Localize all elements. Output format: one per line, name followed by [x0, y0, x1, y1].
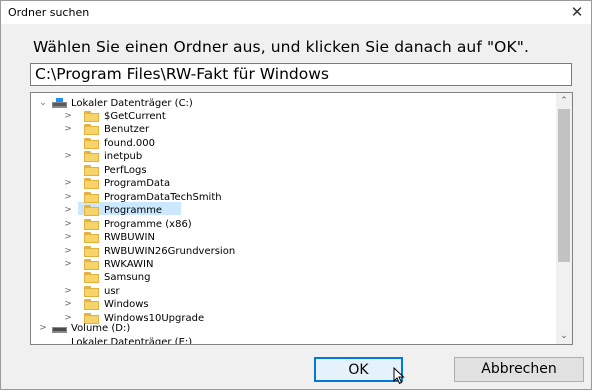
chevron-right-icon[interactable]: >: [63, 177, 73, 190]
tree-item-folder[interactable]: Samsung: [31, 271, 521, 284]
drive-icon: [52, 323, 67, 333]
chevron-right-icon[interactable]: >: [63, 218, 73, 231]
tree-item-folder[interactable]: > RWBUWIN26Grundversion: [31, 245, 521, 258]
folder-icon: [84, 259, 99, 270]
chevron-right-icon[interactable]: >: [63, 298, 73, 311]
tree-item-label: ProgramDataTechSmith: [104, 192, 222, 203]
chevron-right-icon[interactable]: >: [63, 123, 73, 136]
folder-icon: [84, 205, 99, 216]
tree-item-folder[interactable]: PerfLogs: [31, 164, 521, 177]
tree-item-label: found.000: [104, 138, 155, 149]
tree-root[interactable]: ⌄ Lokaler Datenträger (C:): [31, 97, 551, 110]
chevron-right-icon[interactable]: >: [63, 285, 73, 298]
folder-icon: [84, 151, 99, 162]
tree-item-folder[interactable]: > Windows: [31, 298, 521, 311]
tree-item-label: inetpub: [104, 151, 143, 162]
tree-item-label: RWBUWIN26Grundversion: [104, 246, 236, 257]
scroll-up-icon[interactable]: ⌃: [556, 94, 572, 108]
tree-item-folder[interactable]: > Programme (x86): [31, 218, 521, 231]
tree-item-label: ProgramData: [104, 178, 171, 189]
tree-item-label: PerfLogs: [104, 165, 147, 176]
tree-item-folder[interactable]: > usr: [31, 285, 521, 298]
tree-item-label: RWKAWIN: [104, 259, 154, 270]
tree-item-folder[interactable]: > $GetCurrent: [31, 110, 521, 123]
tree-item-folder[interactable]: > RWBUWIN: [31, 231, 521, 244]
tree-item-label: Lokaler Datenträger (E:): [71, 337, 193, 345]
dialog-title: Ordner suchen: [8, 6, 90, 19]
chevron-right-icon[interactable]: >: [63, 245, 73, 258]
folder-icon: [84, 138, 99, 149]
folder-icon: [84, 286, 99, 297]
instruction-text: Wählen Sie einen Ordner aus, und klicken…: [33, 38, 529, 56]
tree-item-label: Lokaler Datenträger (C:): [71, 98, 193, 109]
folder-icon: [84, 272, 99, 283]
tree-item-folder[interactable]: > Programme: [31, 204, 521, 217]
chevron-right-icon[interactable]: >: [63, 231, 73, 244]
folder-icon: [84, 178, 99, 189]
drive-icon: [52, 98, 67, 108]
folder-icon: [84, 165, 99, 176]
folder-icon: [84, 232, 99, 243]
folder-icon: [84, 111, 99, 122]
scroll-down-icon[interactable]: ⌄: [556, 329, 572, 343]
chevron-right-icon[interactable]: >: [63, 258, 73, 271]
tree-item-folder[interactable]: > RWKAWIN: [31, 258, 521, 271]
folder-icon: [84, 219, 99, 230]
folder-icon: [84, 246, 99, 257]
vertical-scrollbar[interactable]: ⌃ ⌄: [556, 93, 572, 344]
mouse-pointer-icon: [393, 367, 405, 385]
chevron-down-icon[interactable]: ⌄: [38, 97, 48, 110]
tree-item-folder[interactable]: > ProgramDataTechSmith: [31, 191, 521, 204]
tree-item-folder[interactable]: found.000: [31, 137, 521, 150]
tree-item-label: Windows: [104, 299, 149, 310]
chevron-right-icon[interactable]: >: [38, 322, 48, 335]
tree-item-label: Samsung: [104, 272, 151, 283]
tree-item-drive-e[interactable]: Lokaler Datenträger (E:): [31, 336, 551, 345]
tree-item-label: RWBUWIN: [104, 232, 155, 243]
folder-icon: [84, 192, 99, 203]
tree-item-folder[interactable]: > Benutzer: [31, 123, 521, 136]
folder-icon: [84, 124, 99, 135]
tree-item-label: Programme: [104, 205, 163, 216]
close-icon[interactable]: ✕: [567, 2, 587, 22]
tree-item-label: Programme (x86): [104, 219, 192, 230]
chevron-right-icon[interactable]: >: [63, 191, 73, 204]
chevron-right-icon[interactable]: >: [63, 150, 73, 163]
selected-path-field[interactable]: C:\Program Files\RW-Fakt für Windows: [30, 63, 572, 86]
chevron-right-icon[interactable]: >: [63, 204, 73, 217]
tree-item-folder[interactable]: > inetpub: [31, 150, 521, 163]
ok-button[interactable]: OK: [314, 357, 403, 382]
tree-item-label: Volume (D:): [71, 323, 131, 334]
cancel-button[interactable]: Abbrechen: [454, 357, 584, 382]
title-bar: Ordner suchen ✕: [1, 1, 591, 24]
chevron-right-icon[interactable]: >: [63, 110, 73, 123]
folder-tree[interactable]: ⌄ Lokaler Datenträger (C:) > $GetCurrent >…: [30, 92, 573, 345]
tree-item-label: Benutzer: [104, 124, 150, 135]
scroll-thumb[interactable]: [558, 109, 570, 262]
tree-item-label: usr: [104, 286, 120, 297]
tree-item-label: $GetCurrent: [104, 111, 166, 122]
tree-item-volume-d[interactable]: > Volume (D:): [31, 322, 551, 335]
folder-browser-dialog: Ordner suchen ✕ Wählen Sie einen Ordner …: [0, 0, 592, 390]
tree-item-folder[interactable]: > ProgramData: [31, 177, 521, 190]
folder-icon: [84, 299, 99, 310]
